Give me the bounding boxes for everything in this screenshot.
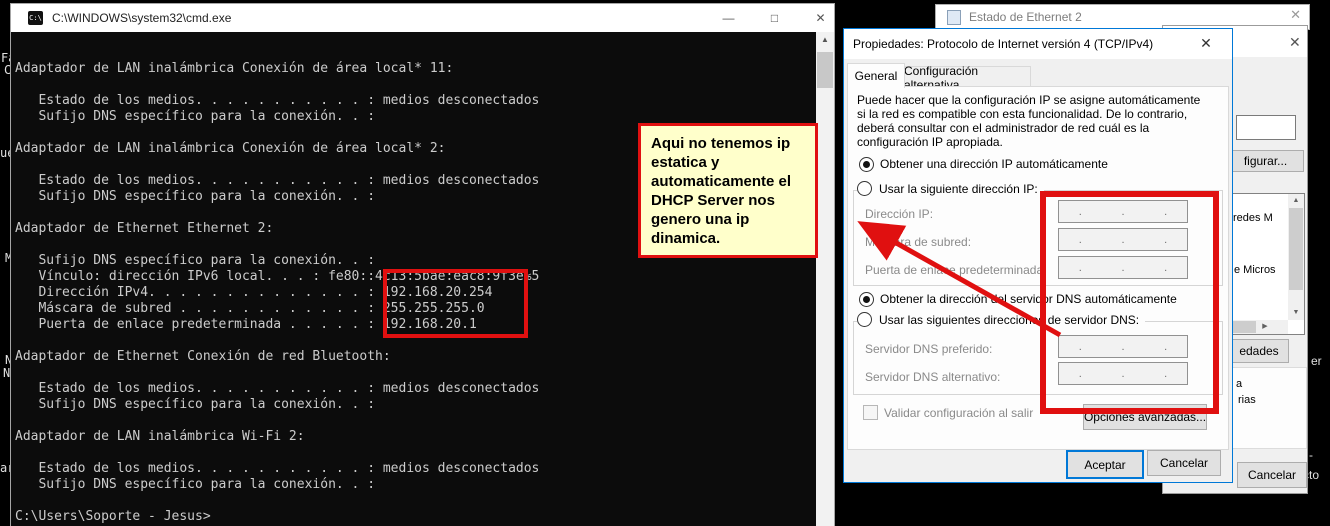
radio-use-static-ip[interactable] <box>857 181 872 196</box>
alternate-dns-label: Servidor DNS alternativo: <box>865 370 1000 384</box>
cmd-window: C:\ C:\WINDOWS\system32\cmd.exe — □ ✕ Ad… <box>10 3 835 526</box>
radio-use-static-dns[interactable] <box>857 312 872 327</box>
maximize-button[interactable]: □ <box>752 4 797 32</box>
close-icon[interactable]: ✕ <box>1289 34 1301 51</box>
ethernet-status-icon <box>947 10 961 25</box>
minimize-icon: — <box>723 11 735 25</box>
validate-checkbox-label: Validar configuración al salir <box>884 406 1033 420</box>
description-text: rias <box>1238 394 1256 406</box>
ip-address-label: Dirección IP: <box>865 207 933 221</box>
dialog-fields-highlight-box <box>1040 191 1219 414</box>
close-button[interactable]: ✕ <box>1186 29 1226 57</box>
horizontal-scrollbar[interactable]: ▶ <box>1230 320 1288 334</box>
minimize-button[interactable]: — <box>706 4 751 32</box>
cmd-icon: C:\ <box>28 11 43 25</box>
radio-use-static-ip-label: Usar la siguiente dirección IP: <box>879 182 1038 196</box>
description-text: a <box>1236 378 1242 390</box>
console-ip-highlight-box <box>383 269 528 338</box>
annotation-note: Aqui no tenemos ip estatica y automatica… <box>638 123 818 258</box>
radio-obtain-ip-auto-label: Obtener una dirección IP automáticamente <box>880 157 1108 171</box>
subnet-mask-label: Máscara de subred: <box>865 235 971 249</box>
close-icon: ✕ <box>1200 35 1212 52</box>
scrollbar-thumb[interactable] <box>1230 321 1256 333</box>
dialog-intro-text: Puede hacer que la configuración IP se a… <box>857 93 1204 149</box>
list-item[interactable]: e Micros <box>1234 264 1276 276</box>
scrollbar-thumb[interactable] <box>1289 208 1303 290</box>
close-icon: ✕ <box>815 11 825 25</box>
description-box: a rias <box>1231 367 1307 449</box>
background-text-fragment: er <box>1311 355 1322 368</box>
background-text-fragment: - <box>1309 449 1313 462</box>
close-icon[interactable]: ✕ <box>1290 7 1301 23</box>
tab-general[interactable]: General <box>847 63 905 88</box>
adapter-name-field[interactable] <box>1236 115 1296 140</box>
scroll-up-icon[interactable]: ▲ <box>816 35 834 44</box>
list-item[interactable]: redes M <box>1233 212 1273 224</box>
console-scrollbar[interactable]: ▲ <box>816 32 834 526</box>
dialog-title: Propiedades: Protocolo de Internet versi… <box>853 37 1153 51</box>
radio-obtain-dns-auto[interactable] <box>859 292 874 307</box>
configure-button[interactable]: figurar... <box>1227 150 1304 172</box>
ok-button[interactable]: Aceptar <box>1066 450 1144 479</box>
scroll-up-icon[interactable]: ▲ <box>1288 194 1304 208</box>
cancel-button[interactable]: Cancelar <box>1237 462 1307 488</box>
network-items-list[interactable]: redes M e Micros ▲ ▼ ▶ <box>1229 193 1305 335</box>
ethernet-status-title: Estado de Ethernet 2 <box>969 10 1082 24</box>
scrollbar-thumb[interactable] <box>817 52 833 88</box>
cancel-button[interactable]: Cancelar <box>1147 450 1221 476</box>
properties-button[interactable]: edades <box>1229 339 1289 363</box>
close-button[interactable]: ✕ <box>798 4 843 32</box>
window-title: C:\WINDOWS\system32\cmd.exe <box>52 11 231 25</box>
scroll-down-icon[interactable]: ▼ <box>1288 306 1304 320</box>
radio-obtain-ip-auto[interactable] <box>859 157 874 172</box>
maximize-icon: □ <box>771 11 778 25</box>
validate-checkbox[interactable] <box>863 405 878 420</box>
title-bar[interactable]: Propiedades: Protocolo de Internet versi… <box>844 29 1232 59</box>
vertical-scrollbar[interactable]: ▲ ▼ <box>1288 194 1304 320</box>
scroll-right-icon[interactable]: ▶ <box>1258 320 1272 334</box>
default-gateway-label: Puerta de enlace predeterminada: <box>865 263 1046 277</box>
preferred-dns-label: Servidor DNS preferido: <box>865 342 992 356</box>
